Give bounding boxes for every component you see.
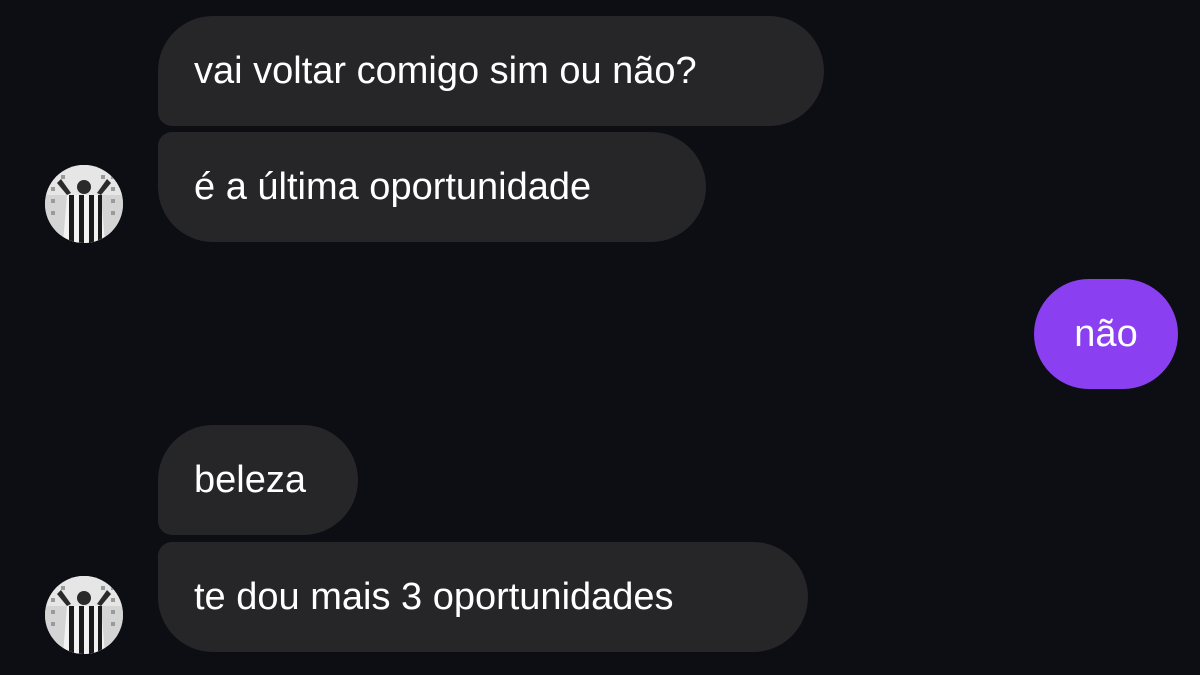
contact-avatar[interactable] xyxy=(45,165,123,243)
chat-thread: vai voltar comigo sim ou não? é a última… xyxy=(0,0,1200,675)
message-bubble-received[interactable]: vai voltar comigo sim ou não? xyxy=(158,16,824,126)
message-bubble-sent[interactable]: não xyxy=(1034,279,1178,389)
contact-avatar[interactable] xyxy=(45,576,123,654)
message-bubble-received[interactable]: beleza xyxy=(158,425,358,535)
message-text: é a última oportunidade xyxy=(194,166,592,208)
avatar-striped-shirt-icon xyxy=(45,165,123,243)
avatar-striped-shirt-icon xyxy=(45,576,123,654)
message-text: te dou mais 3 oportunidades xyxy=(194,576,674,618)
message-bubble-received[interactable]: é a última oportunidade xyxy=(158,132,706,242)
message-bubble-received[interactable]: te dou mais 3 oportunidades xyxy=(158,542,808,652)
message-text: não xyxy=(1074,313,1138,355)
message-text: vai voltar comigo sim ou não? xyxy=(194,50,697,92)
message-text: beleza xyxy=(194,459,306,501)
